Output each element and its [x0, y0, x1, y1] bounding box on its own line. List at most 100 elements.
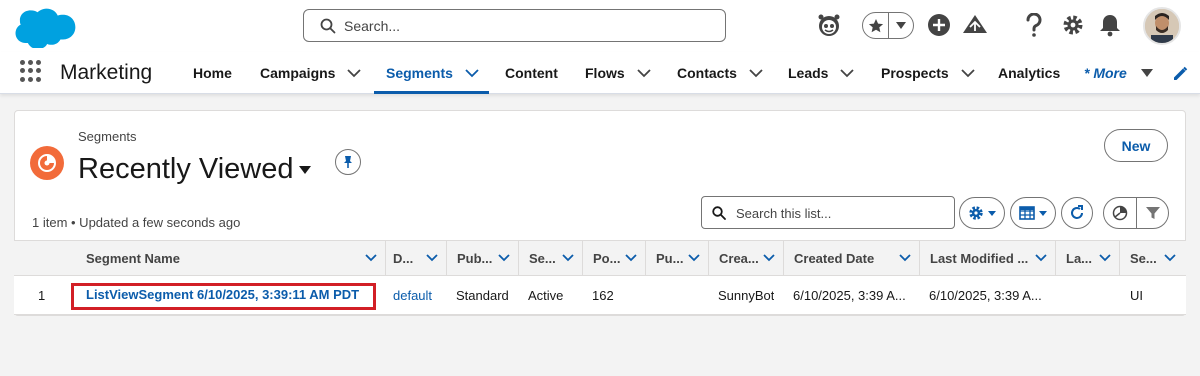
- nav-tab-content[interactable]: Content: [505, 52, 558, 94]
- chevron-down-icon[interactable]: [1035, 254, 1047, 262]
- list-view-controls-button[interactable]: [959, 197, 1005, 229]
- nav-tab-label: Flows: [585, 65, 625, 81]
- chevron-down-icon[interactable]: [688, 254, 700, 262]
- nav-tab-analytics[interactable]: Analytics: [998, 52, 1060, 94]
- column-header-label: Crea...: [719, 250, 759, 266]
- caret-down-icon: [1140, 69, 1153, 77]
- column-header-last-modified[interactable]: Last Modified ...: [920, 241, 1056, 275]
- filter-icon: [1145, 207, 1160, 219]
- nav-tab-label: Analytics: [998, 65, 1061, 81]
- nav-tab-flows[interactable]: Flows: [585, 52, 651, 94]
- chevron-down-icon[interactable]: [961, 68, 975, 78]
- trailhead-icon[interactable]: [962, 12, 988, 38]
- cell-se: Active: [528, 287, 564, 303]
- cell-last-modified: 6/10/2025, 3:39 A...: [929, 287, 1042, 303]
- caret-down-icon: [1039, 210, 1047, 216]
- app-navigation-bar: Marketing Home Campaigns Segments Conten…: [0, 52, 1200, 94]
- column-header-crea[interactable]: Crea...: [709, 241, 784, 275]
- cell-po: 162: [592, 287, 614, 303]
- user-avatar[interactable]: [1143, 7, 1181, 45]
- column-header-d[interactable]: D...: [383, 241, 447, 275]
- nav-tab-label: Campaigns: [260, 65, 336, 81]
- nav-tab-label: Content: [505, 65, 558, 81]
- chevron-down-icon[interactable]: [347, 68, 362, 78]
- pin-list-view-button[interactable]: [335, 149, 361, 175]
- search-this-list-placeholder: Search this list...: [736, 206, 832, 221]
- new-button[interactable]: New: [1104, 129, 1168, 162]
- global-search-input[interactable]: Search...: [303, 9, 726, 42]
- refresh-button[interactable]: [1061, 197, 1093, 229]
- nav-tab-contacts[interactable]: Contacts: [677, 52, 763, 94]
- nav-tab-label: Contacts: [677, 65, 737, 81]
- highlight-box: [71, 283, 376, 310]
- search-this-list-input[interactable]: Search this list...: [701, 196, 955, 229]
- global-header: Search...: [0, 0, 1200, 52]
- help-icon[interactable]: [1021, 12, 1047, 38]
- chevron-down-icon[interactable]: [365, 254, 377, 262]
- salesforce-cloud-logo[interactable]: [12, 6, 76, 48]
- column-header-label: Po...: [593, 250, 621, 266]
- column-header-label: D...: [393, 250, 414, 266]
- nav-tab-label: * More: [1084, 65, 1127, 81]
- column-header-label: Last Modified ...: [930, 250, 1029, 266]
- chevron-down-icon[interactable]: [562, 254, 574, 262]
- nav-tab-label: Segments: [386, 65, 453, 81]
- cell-d-link[interactable]: default: [393, 276, 432, 314]
- filters-button[interactable]: [1136, 197, 1169, 229]
- chevron-down-icon[interactable]: [840, 68, 855, 78]
- einstein-icon[interactable]: [816, 12, 842, 38]
- column-header-label: Segment Name: [86, 250, 180, 266]
- column-header-pu[interactable]: Pu...: [646, 241, 709, 275]
- table-header-row: Segment Name D... Pub... Se... Po... Pu.…: [14, 240, 1186, 276]
- edit-nav-pencil-icon[interactable]: [1172, 66, 1188, 82]
- list-view-picker-caret-icon[interactable]: [299, 166, 311, 174]
- favorites-star-icon[interactable]: [863, 13, 889, 38]
- favorites-group: [862, 12, 914, 39]
- nav-tab-segments[interactable]: Segments: [374, 52, 489, 94]
- chevron-down-icon[interactable]: [899, 254, 911, 262]
- nav-tab-leads[interactable]: Leads: [788, 52, 855, 94]
- column-header-pub[interactable]: Pub...: [447, 241, 519, 275]
- chevron-down-icon[interactable]: [625, 254, 637, 262]
- notifications-bell-icon[interactable]: [1097, 12, 1123, 38]
- global-add-icon[interactable]: [926, 12, 952, 38]
- cell-created-date: 6/10/2025, 3:39 A...: [793, 287, 906, 303]
- object-label: Segments: [78, 129, 137, 144]
- nav-tab-label: Prospects: [881, 65, 949, 81]
- nav-tab-label: Home: [193, 65, 232, 81]
- column-header-se-2[interactable]: Se...: [1120, 241, 1184, 275]
- refresh-icon: [1071, 205, 1083, 219]
- column-header-label: Se...: [529, 250, 556, 266]
- cell-pub: Standard: [456, 287, 509, 303]
- charts-button[interactable]: [1103, 197, 1137, 229]
- nav-tab-campaigns[interactable]: Campaigns: [260, 52, 362, 94]
- chevron-down-icon[interactable]: [1164, 254, 1176, 262]
- display-as-table-button[interactable]: [1010, 197, 1056, 229]
- chevron-down-icon[interactable]: [637, 68, 651, 78]
- favorites-list-chevron-down-icon[interactable]: [889, 13, 913, 38]
- app-launcher-waffle-icon[interactable]: [20, 60, 42, 82]
- chevron-down-icon[interactable]: [465, 68, 479, 78]
- nav-tab-home[interactable]: Home: [193, 52, 232, 94]
- setup-gear-icon[interactable]: [1060, 12, 1086, 38]
- nav-tab-prospects[interactable]: Prospects: [881, 52, 975, 94]
- chevron-down-icon[interactable]: [749, 68, 763, 78]
- column-header-segment-name[interactable]: Segment Name: [76, 241, 386, 275]
- nav-more-menu[interactable]: * More: [1084, 52, 1153, 94]
- chevron-down-icon[interactable]: [763, 254, 775, 262]
- search-icon: [712, 206, 726, 220]
- list-view-title[interactable]: Recently Viewed: [78, 153, 293, 186]
- search-placeholder: Search...: [344, 18, 401, 34]
- chevron-down-icon[interactable]: [1099, 254, 1111, 262]
- chevron-down-icon[interactable]: [498, 254, 510, 262]
- column-header-po[interactable]: Po...: [583, 241, 646, 275]
- chevron-down-icon[interactable]: [426, 254, 438, 262]
- column-header-se[interactable]: Se...: [519, 241, 583, 275]
- column-header-la[interactable]: La...: [1056, 241, 1120, 275]
- column-header-created-date[interactable]: Created Date: [784, 241, 920, 275]
- pie-chart-icon: [1112, 205, 1128, 221]
- segment-object-icon: [30, 146, 64, 180]
- row-number: 1: [38, 287, 46, 303]
- cell-se-2: UI: [1130, 287, 1143, 303]
- list-status-text: 1 item • Updated a few seconds ago: [32, 215, 241, 230]
